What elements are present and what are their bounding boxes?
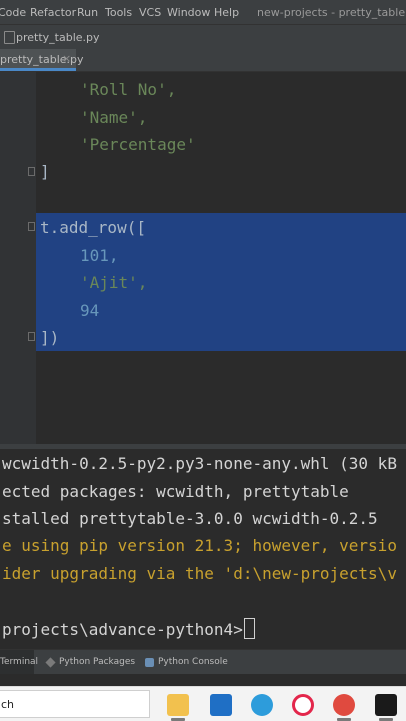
- tool-window-python-packages[interactable]: Python Packages: [44, 650, 135, 674]
- code-line: 'Name',: [80, 108, 148, 127]
- breadcrumb-file[interactable]: pretty_table.py: [16, 31, 100, 44]
- code-line: ]): [40, 328, 60, 347]
- code-line: 94: [80, 301, 100, 320]
- opera-icon[interactable]: [292, 694, 314, 716]
- menu-tools[interactable]: Tools: [105, 6, 132, 19]
- packages-icon: [45, 657, 56, 668]
- code-line: ]: [40, 162, 50, 181]
- menu-vcs[interactable]: VCS: [139, 6, 161, 19]
- tool-window-python-console[interactable]: Python Console: [143, 650, 233, 674]
- menu-refactor[interactable]: Refactor: [30, 6, 76, 19]
- code-line: t.add_row([: [40, 218, 146, 237]
- edge-icon[interactable]: [251, 694, 273, 716]
- tool-window-bar: Terminal Python Packages Python Console: [0, 649, 406, 674]
- code-line: 'Roll No',: [80, 80, 177, 99]
- editor-gutter: [0, 72, 36, 444]
- close-icon[interactable]: ×: [62, 52, 71, 65]
- text-cursor: [243, 618, 255, 639]
- pycharm-icon[interactable]: [375, 694, 397, 716]
- python-console-icon: [145, 658, 154, 667]
- taskbar-search[interactable]: ch: [0, 690, 150, 718]
- terminal-line: wcwidth-0.2.5-py2.py3-none-any.whl (30 k…: [2, 454, 397, 473]
- tool-window-terminal[interactable]: Terminal: [0, 650, 38, 674]
- terminal-prompt[interactable]: projects\advance-python4>: [2, 618, 255, 639]
- code-line: 'Ajit',: [80, 273, 148, 292]
- code-line: 101,: [80, 246, 119, 265]
- code-line: 'Percentage': [80, 135, 196, 154]
- editor-tab-bar: pretty_table.py ×: [0, 49, 406, 72]
- terminal-line: stalled prettytable-3.0.0 wcwidth-0.2.5: [2, 509, 378, 528]
- terminal-warning: ider upgrading via the 'd:\new-projects\…: [2, 564, 397, 583]
- python-file-icon: [4, 31, 15, 44]
- menu-run[interactable]: Run: [77, 6, 98, 19]
- terminal-warning: e using pip version 21.3; however, versi…: [2, 536, 397, 555]
- file-explorer-icon[interactable]: [167, 694, 189, 716]
- mail-icon[interactable]: [210, 694, 232, 716]
- menu-code[interactable]: Code: [0, 6, 26, 19]
- window-title: new-projects - pretty_table.py: [257, 6, 406, 19]
- tab-pretty-table[interactable]: pretty_table.py ×: [0, 49, 84, 71]
- code-editor[interactable]: 'Roll No', 'Name', 'Percentage' ] t.add_…: [0, 72, 406, 444]
- menu-bar: Code Refactor Run Tools VCS Window Help …: [0, 0, 406, 24]
- navigation-bar: pretty_table.py: [0, 24, 406, 50]
- os-taskbar: ch: [0, 686, 406, 721]
- chrome-icon[interactable]: [333, 694, 355, 716]
- menu-window[interactable]: Window: [167, 6, 210, 19]
- terminal-panel[interactable]: wcwidth-0.2.5-py2.py3-none-any.whl (30 k…: [0, 449, 406, 649]
- fold-marker-icon[interactable]: [28, 167, 35, 176]
- menu-help[interactable]: Help: [214, 6, 239, 19]
- terminal-line: ected packages: wcwidth, prettytable: [2, 482, 349, 501]
- fold-marker-icon[interactable]: [28, 332, 35, 341]
- fold-marker-icon[interactable]: [28, 222, 35, 231]
